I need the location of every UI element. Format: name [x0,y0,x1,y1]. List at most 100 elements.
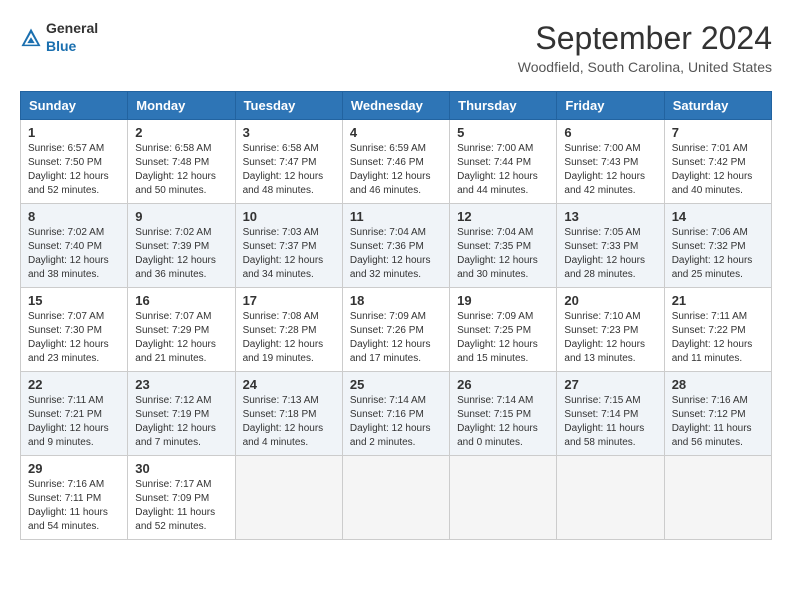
calendar-week-row: 29 Sunrise: 7:16 AMSunset: 7:11 PMDaylig… [21,456,772,540]
day-number: 13 [564,209,656,224]
calendar-day-cell [235,456,342,540]
calendar-week-row: 22 Sunrise: 7:11 AMSunset: 7:21 PMDaylig… [21,372,772,456]
calendar-week-row: 15 Sunrise: 7:07 AMSunset: 7:30 PMDaylig… [21,288,772,372]
calendar-day-cell: 2 Sunrise: 6:58 AMSunset: 7:48 PMDayligh… [128,120,235,204]
day-detail: Sunrise: 7:16 AMSunset: 7:12 PMDaylight:… [672,395,752,448]
calendar-day-cell: 28 Sunrise: 7:16 AMSunset: 7:12 PMDaylig… [664,372,771,456]
day-detail: Sunrise: 7:01 AMSunset: 7:42 PMDaylight:… [672,143,753,196]
calendar-day-cell: 3 Sunrise: 6:58 AMSunset: 7:47 PMDayligh… [235,120,342,204]
day-detail: Sunrise: 7:05 AMSunset: 7:33 PMDaylight:… [564,227,645,280]
calendar-day-cell: 12 Sunrise: 7:04 AMSunset: 7:35 PMDaylig… [450,204,557,288]
calendar-day-cell: 23 Sunrise: 7:12 AMSunset: 7:19 PMDaylig… [128,372,235,456]
day-number: 7 [672,125,764,140]
day-detail: Sunrise: 7:07 AMSunset: 7:30 PMDaylight:… [28,311,109,364]
day-detail: Sunrise: 6:58 AMSunset: 7:48 PMDaylight:… [135,143,216,196]
calendar-day-cell: 4 Sunrise: 6:59 AMSunset: 7:46 PMDayligh… [342,120,449,204]
calendar-day-cell: 14 Sunrise: 7:06 AMSunset: 7:32 PMDaylig… [664,204,771,288]
calendar-day-cell [450,456,557,540]
day-detail: Sunrise: 7:15 AMSunset: 7:14 PMDaylight:… [564,395,644,448]
calendar-day-cell: 26 Sunrise: 7:14 AMSunset: 7:15 PMDaylig… [450,372,557,456]
day-detail: Sunrise: 7:11 AMSunset: 7:22 PMDaylight:… [672,311,753,364]
column-header-monday: Monday [128,92,235,120]
day-number: 12 [457,209,549,224]
day-detail: Sunrise: 6:59 AMSunset: 7:46 PMDaylight:… [350,143,431,196]
calendar-day-cell: 19 Sunrise: 7:09 AMSunset: 7:25 PMDaylig… [450,288,557,372]
location-text: Woodfield, South Carolina, United States [518,59,772,75]
day-number: 9 [135,209,227,224]
day-number: 2 [135,125,227,140]
calendar-day-cell: 9 Sunrise: 7:02 AMSunset: 7:39 PMDayligh… [128,204,235,288]
page-header: General Blue September 2024 Woodfield, S… [20,20,772,75]
calendar-day-cell: 1 Sunrise: 6:57 AMSunset: 7:50 PMDayligh… [21,120,128,204]
column-header-friday: Friday [557,92,664,120]
day-number: 5 [457,125,549,140]
day-number: 8 [28,209,120,224]
column-header-wednesday: Wednesday [342,92,449,120]
calendar-day-cell: 21 Sunrise: 7:11 AMSunset: 7:22 PMDaylig… [664,288,771,372]
day-number: 27 [564,377,656,392]
day-detail: Sunrise: 7:00 AMSunset: 7:43 PMDaylight:… [564,143,645,196]
calendar-day-cell: 30 Sunrise: 7:17 AMSunset: 7:09 PMDaylig… [128,456,235,540]
day-detail: Sunrise: 7:14 AMSunset: 7:16 PMDaylight:… [350,395,431,448]
day-number: 21 [672,293,764,308]
day-detail: Sunrise: 7:11 AMSunset: 7:21 PMDaylight:… [28,395,109,448]
day-detail: Sunrise: 6:58 AMSunset: 7:47 PMDaylight:… [243,143,324,196]
calendar-day-cell: 20 Sunrise: 7:10 AMSunset: 7:23 PMDaylig… [557,288,664,372]
calendar-day-cell: 10 Sunrise: 7:03 AMSunset: 7:37 PMDaylig… [235,204,342,288]
day-number: 28 [672,377,764,392]
calendar-week-row: 1 Sunrise: 6:57 AMSunset: 7:50 PMDayligh… [21,120,772,204]
calendar-day-cell: 22 Sunrise: 7:11 AMSunset: 7:21 PMDaylig… [21,372,128,456]
month-title: September 2024 [518,20,772,57]
day-number: 1 [28,125,120,140]
day-number: 29 [28,461,120,476]
day-detail: Sunrise: 7:12 AMSunset: 7:19 PMDaylight:… [135,395,216,448]
day-number: 16 [135,293,227,308]
calendar-day-cell: 5 Sunrise: 7:00 AMSunset: 7:44 PMDayligh… [450,120,557,204]
day-detail: Sunrise: 7:02 AMSunset: 7:40 PMDaylight:… [28,227,109,280]
day-number: 25 [350,377,442,392]
calendar-header-row: SundayMondayTuesdayWednesdayThursdayFrid… [21,92,772,120]
logo-icon [20,27,42,49]
calendar-day-cell: 27 Sunrise: 7:15 AMSunset: 7:14 PMDaylig… [557,372,664,456]
day-detail: Sunrise: 6:57 AMSunset: 7:50 PMDaylight:… [28,143,109,196]
day-detail: Sunrise: 7:02 AMSunset: 7:39 PMDaylight:… [135,227,216,280]
day-detail: Sunrise: 7:03 AMSunset: 7:37 PMDaylight:… [243,227,324,280]
day-number: 14 [672,209,764,224]
day-number: 26 [457,377,549,392]
column-header-sunday: Sunday [21,92,128,120]
day-number: 4 [350,125,442,140]
day-number: 19 [457,293,549,308]
day-number: 17 [243,293,335,308]
day-detail: Sunrise: 7:04 AMSunset: 7:36 PMDaylight:… [350,227,431,280]
calendar-day-cell: 6 Sunrise: 7:00 AMSunset: 7:43 PMDayligh… [557,120,664,204]
day-detail: Sunrise: 7:09 AMSunset: 7:26 PMDaylight:… [350,311,431,364]
day-number: 15 [28,293,120,308]
calendar-day-cell: 15 Sunrise: 7:07 AMSunset: 7:30 PMDaylig… [21,288,128,372]
title-block: September 2024 Woodfield, South Carolina… [518,20,772,75]
day-detail: Sunrise: 7:14 AMSunset: 7:15 PMDaylight:… [457,395,538,448]
calendar-day-cell [664,456,771,540]
calendar-day-cell: 13 Sunrise: 7:05 AMSunset: 7:33 PMDaylig… [557,204,664,288]
calendar-table: SundayMondayTuesdayWednesdayThursdayFrid… [20,91,772,540]
day-detail: Sunrise: 7:09 AMSunset: 7:25 PMDaylight:… [457,311,538,364]
day-number: 6 [564,125,656,140]
calendar-day-cell: 18 Sunrise: 7:09 AMSunset: 7:26 PMDaylig… [342,288,449,372]
day-detail: Sunrise: 7:16 AMSunset: 7:11 PMDaylight:… [28,479,108,532]
day-number: 11 [350,209,442,224]
calendar-day-cell [557,456,664,540]
calendar-day-cell: 24 Sunrise: 7:13 AMSunset: 7:18 PMDaylig… [235,372,342,456]
day-detail: Sunrise: 7:06 AMSunset: 7:32 PMDaylight:… [672,227,753,280]
day-detail: Sunrise: 7:07 AMSunset: 7:29 PMDaylight:… [135,311,216,364]
logo-blue-text: Blue [46,38,76,54]
day-number: 20 [564,293,656,308]
day-number: 23 [135,377,227,392]
column-header-thursday: Thursday [450,92,557,120]
calendar-day-cell: 16 Sunrise: 7:07 AMSunset: 7:29 PMDaylig… [128,288,235,372]
day-number: 22 [28,377,120,392]
calendar-day-cell [342,456,449,540]
calendar-day-cell: 25 Sunrise: 7:14 AMSunset: 7:16 PMDaylig… [342,372,449,456]
day-number: 30 [135,461,227,476]
day-detail: Sunrise: 7:08 AMSunset: 7:28 PMDaylight:… [243,311,324,364]
logo: General Blue [20,20,98,56]
calendar-day-cell: 8 Sunrise: 7:02 AMSunset: 7:40 PMDayligh… [21,204,128,288]
